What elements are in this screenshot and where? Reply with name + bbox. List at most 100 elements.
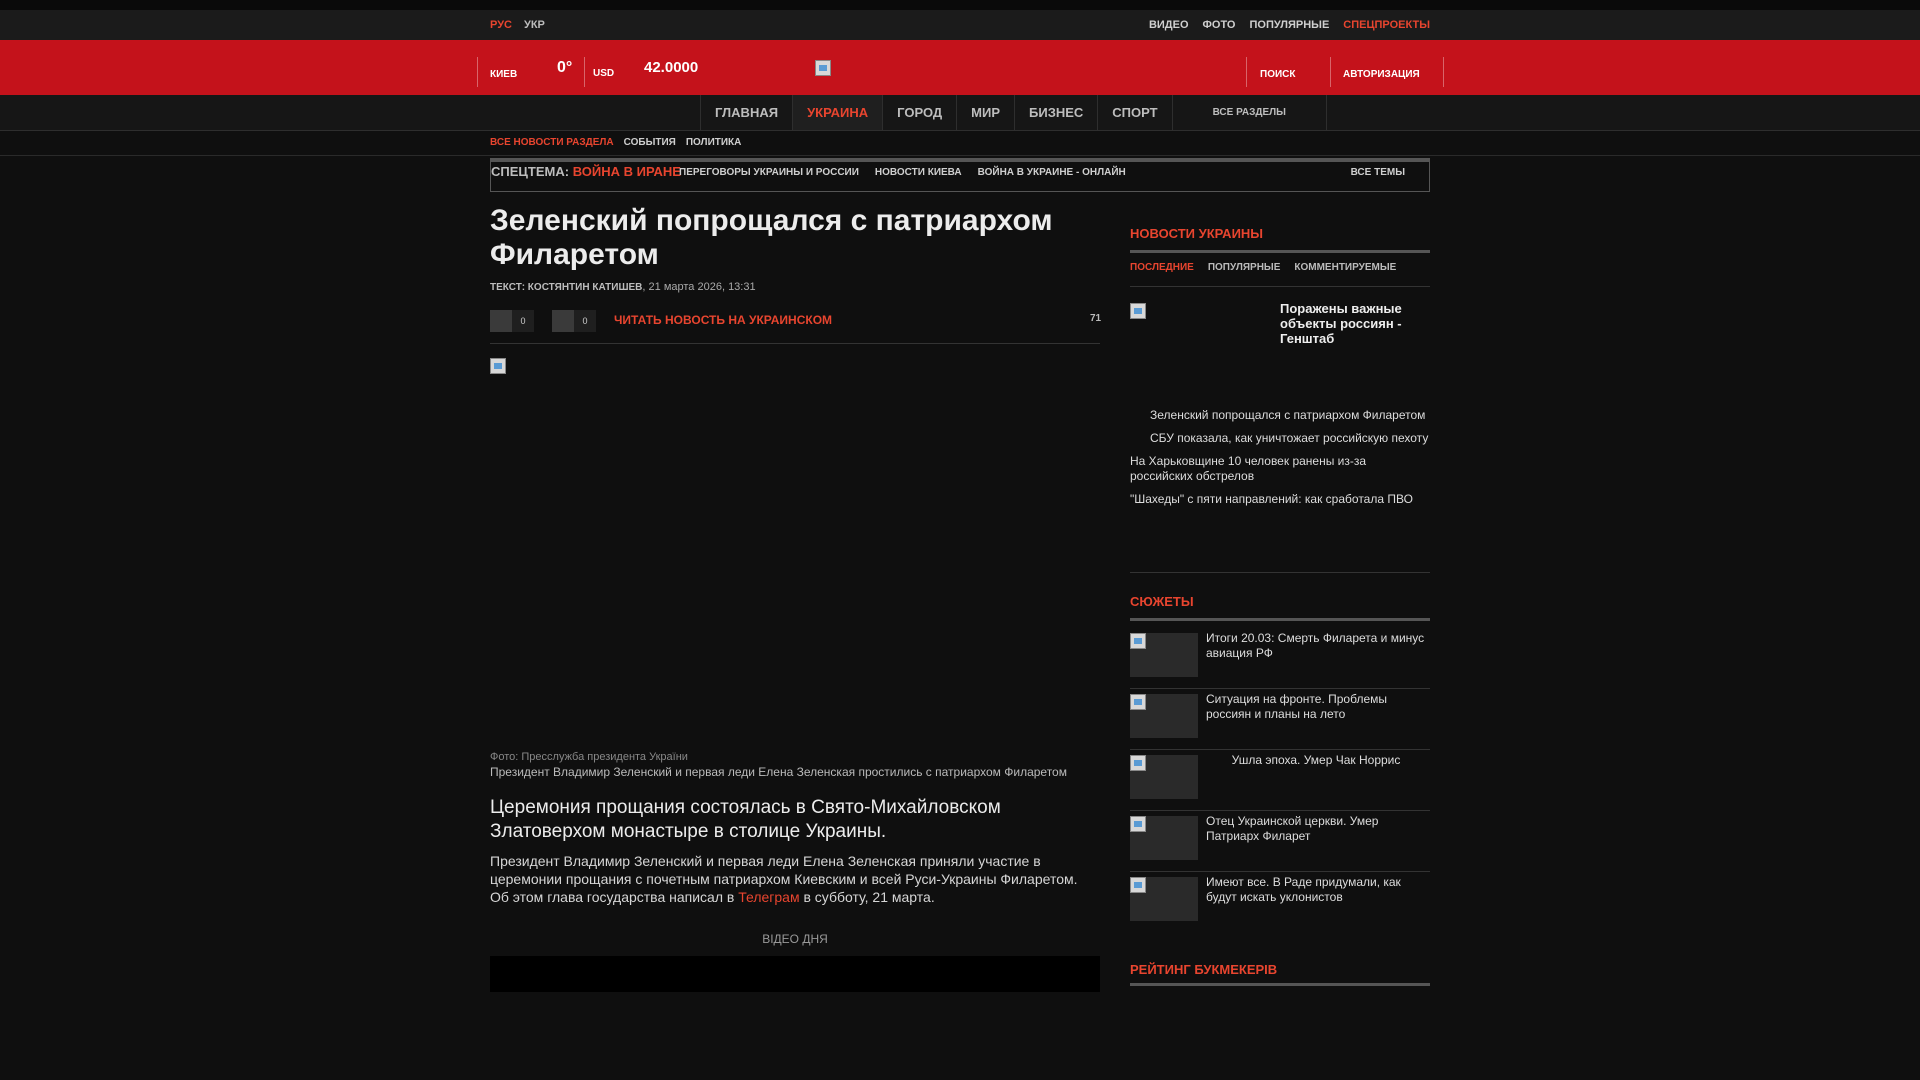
tab-popular[interactable]: ПОПУЛЯРНЫЕ bbox=[1208, 262, 1281, 273]
all-topics-link[interactable]: ВСЕ ТЕМЫ bbox=[1351, 167, 1405, 178]
divider bbox=[490, 343, 1100, 344]
share-count: 0 bbox=[512, 310, 534, 332]
divider bbox=[1130, 286, 1430, 287]
divider bbox=[1130, 250, 1430, 253]
telegram-link[interactable]: Телеграм bbox=[738, 889, 799, 905]
lang-rus[interactable]: РУС bbox=[490, 19, 512, 31]
nav-sport[interactable]: СПОРТ bbox=[1097, 95, 1171, 130]
tab-commented[interactable]: КОММЕНТИРУЕМЫЕ bbox=[1294, 262, 1396, 273]
article-lead: Церемония прощания состоялась в Свято-Ми… bbox=[490, 797, 1001, 842]
article-title: Зеленский попрощался с патриархом Филаре… bbox=[490, 204, 1053, 271]
login-button[interactable]: АВТОРИЗАЦИЯ bbox=[1343, 47, 1420, 102]
story-thumbnail bbox=[1130, 633, 1198, 677]
broken-image-icon bbox=[1130, 303, 1146, 319]
header-divider bbox=[477, 57, 478, 87]
divider bbox=[1130, 983, 1430, 986]
divider bbox=[0, 155, 1920, 156]
topic-links: ПЕРЕГОВОРЫ УКРАИНЫ И РОССИИ НОВОСТИ КИЕВ… bbox=[679, 167, 1126, 178]
lang-ukr[interactable]: УКР bbox=[524, 19, 545, 31]
story-thumbnail bbox=[1130, 755, 1198, 799]
photo-caption: Президент Владимир Зеленский и первая ле… bbox=[490, 765, 1067, 779]
photo-source: Фото: Пресслужба президента України bbox=[490, 751, 688, 763]
nav-ukraine[interactable]: УКРАИНА bbox=[792, 95, 883, 130]
section-subnav: ВСЕ НОВОСТИ РАЗДЕЛА СОБЫТИЯ ПОЛИТИКА bbox=[490, 137, 741, 148]
special-topic-bar: СПЕЦТЕМА: ВОЙНА В ИРАНЕ ПЕРЕГОВОРЫ УКРАИ… bbox=[490, 158, 1430, 192]
story-item[interactable]: Итоги 20.03: Смерть Филарета и минус ави… bbox=[1130, 627, 1430, 689]
story-title: Ситуация на фронте. Проблемы россиян и п… bbox=[1206, 692, 1387, 721]
story-title: Ушла эпоха. Умер Чак Норрис bbox=[1231, 753, 1401, 767]
top-bar: РУС УКР ВИДЕО ФОТО ПОПУЛЯРНЫЕ СПЕЦПРОЕКТ… bbox=[0, 10, 1920, 41]
search-button[interactable]: ПОИСК bbox=[1260, 47, 1295, 102]
read-in-ukrainian-link[interactable]: ЧИТАТЬ НОВОСТЬ НА УКРАИНСКОМ bbox=[614, 313, 832, 327]
story-item[interactable]: Ушла эпоха. Умер Чак Норрис bbox=[1130, 749, 1430, 811]
special-topic-prefix: СПЕЦТЕМА: bbox=[491, 164, 570, 179]
article-date: 21 марта 2026, 13:31 bbox=[648, 281, 756, 293]
subnav-politics[interactable]: ПОЛИТИКА bbox=[686, 137, 742, 148]
top-link-video[interactable]: ВИДЕО bbox=[1149, 19, 1189, 31]
nav-business[interactable]: БИЗНЕС bbox=[1014, 95, 1097, 130]
video-of-day-label: ВІДЕО ДНЯ bbox=[762, 932, 828, 946]
tab-latest[interactable]: ПОСЛЕДНИЕ bbox=[1130, 262, 1194, 273]
top-links: ВИДЕО ФОТО ПОПУЛЯРНЫЕ СПЕЦПРОЕКТЫ bbox=[1149, 19, 1430, 31]
article-main-image bbox=[490, 358, 1100, 748]
topic-link[interactable]: ПЕРЕГОВОРЫ УКРАИНЫ И РОССИИ bbox=[679, 167, 859, 178]
share-count: 0 bbox=[574, 310, 596, 332]
special-topic-link[interactable]: ВОЙНА В ИРАНЕ bbox=[573, 164, 681, 179]
sidebar-rating-heading[interactable]: РЕЙТИНГ БУКМЕКЕРІВ bbox=[1130, 962, 1277, 977]
story-thumbnail bbox=[1130, 877, 1198, 921]
topic-link[interactable]: ВОЙНА В УКРАИНЕ - ОНЛАЙН bbox=[978, 167, 1126, 178]
header-divider bbox=[1246, 57, 1247, 87]
broken-image-icon bbox=[1130, 633, 1146, 649]
sidebar-stories-heading[interactable]: СЮЖЕТЫ bbox=[1130, 594, 1194, 609]
topic-link[interactable]: НОВОСТИ КИЕВА bbox=[875, 167, 962, 178]
site-logo[interactable] bbox=[815, 40, 831, 95]
story-title: Отец Украинской церкви. Умер Патриарх Фи… bbox=[1206, 814, 1379, 843]
telegram-icon bbox=[552, 310, 574, 332]
broken-image-icon bbox=[1130, 694, 1146, 710]
story-item[interactable]: Отец Украинской церкви. Умер Патриарх Фи… bbox=[1130, 810, 1430, 872]
currency-code[interactable]: USD bbox=[593, 46, 614, 101]
article-author[interactable]: ТЕКСТ: КОСТЯНТИН КАТИШЕВ bbox=[490, 282, 642, 293]
news-item[interactable]: "Шахеды" с пяти направлений: как сработа… bbox=[1130, 492, 1430, 507]
broken-image-icon bbox=[490, 358, 506, 374]
view-count: 71 bbox=[1090, 313, 1102, 324]
special-topic-label: СПЕЦТЕМА: ВОЙНА В ИРАНЕ bbox=[491, 164, 681, 179]
story-title: Имеют все. В Раде придумали, как будут и… bbox=[1206, 875, 1401, 904]
broken-image-icon bbox=[1130, 877, 1146, 893]
top-link-specprojects[interactable]: СПЕЦПРОЕКТЫ bbox=[1343, 19, 1430, 31]
news-tabs: ПОСЛЕДНИЕ ПОПУЛЯРНЫЕ КОММЕНТИРУЕМЫЕ bbox=[1130, 262, 1396, 273]
story-item[interactable]: Ситуация на фронте. Проблемы россиян и п… bbox=[1130, 688, 1430, 750]
top-link-photo[interactable]: ФОТО bbox=[1203, 19, 1236, 31]
nav-main[interactable]: ГЛАВНАЯ bbox=[700, 95, 792, 130]
subnav-events[interactable]: СОБЫТИЯ bbox=[624, 137, 676, 148]
header-divider bbox=[1330, 57, 1331, 87]
header-bar: КИЕВ 0° USD 42.0000 ПОИСК АВТОРИЗАЦИЯ bbox=[0, 40, 1920, 95]
nav-city[interactable]: ГОРОД bbox=[882, 95, 956, 130]
top-link-popular[interactable]: ПОПУЛЯРНЫЕ bbox=[1249, 19, 1329, 31]
featured-news-title[interactable]: Поражены важные объекты россиян - Геншта… bbox=[1280, 301, 1430, 346]
nav-world[interactable]: МИР bbox=[956, 95, 1014, 130]
news-item[interactable]: СБУ показала, как уничтожает российскую … bbox=[1130, 431, 1430, 446]
article-paragraph: Президент Владимир Зеленский и первая ле… bbox=[490, 852, 1100, 906]
news-list: Зеленский попрощался с патриархом Филаре… bbox=[1130, 408, 1430, 515]
article-byline: ТЕКСТ: КОСТЯНТИН КАТИШЕВ, 21 марта 2026,… bbox=[490, 281, 756, 293]
language-switcher: РУС УКР bbox=[490, 19, 545, 31]
share-telegram[interactable]: 0 bbox=[552, 310, 596, 332]
facebook-icon bbox=[490, 310, 512, 332]
news-item[interactable]: На Харьковщине 10 человек ранены из-за р… bbox=[1130, 454, 1430, 484]
weather-city[interactable]: КИЕВ bbox=[490, 47, 517, 102]
story-thumbnail bbox=[1130, 816, 1198, 860]
broken-image-icon bbox=[1130, 755, 1146, 771]
currency-rate: 42.0000 bbox=[644, 59, 699, 76]
story-item[interactable]: Имеют все. В Раде придумали, как будут и… bbox=[1130, 871, 1430, 932]
header-divider bbox=[1443, 57, 1444, 87]
nav-all-sections[interactable]: ВСЕ РАЗДЕЛЫ bbox=[1171, 95, 1327, 130]
subnav-all-news[interactable]: ВСЕ НОВОСТИ РАЗДЕЛА bbox=[490, 137, 614, 148]
story-title: Итоги 20.03: Смерть Филарета и минус ави… bbox=[1206, 631, 1425, 660]
featured-news-image[interactable] bbox=[1130, 303, 1146, 319]
broken-image-icon bbox=[815, 59, 831, 76]
video-player[interactable] bbox=[490, 956, 1100, 992]
sidebar-news-heading[interactable]: НОВОСТИ УКРАИНЫ bbox=[1130, 226, 1263, 241]
share-facebook[interactable]: 0 bbox=[490, 310, 534, 332]
news-item[interactable]: Зеленский попрощался с патриархом Филаре… bbox=[1130, 408, 1430, 423]
